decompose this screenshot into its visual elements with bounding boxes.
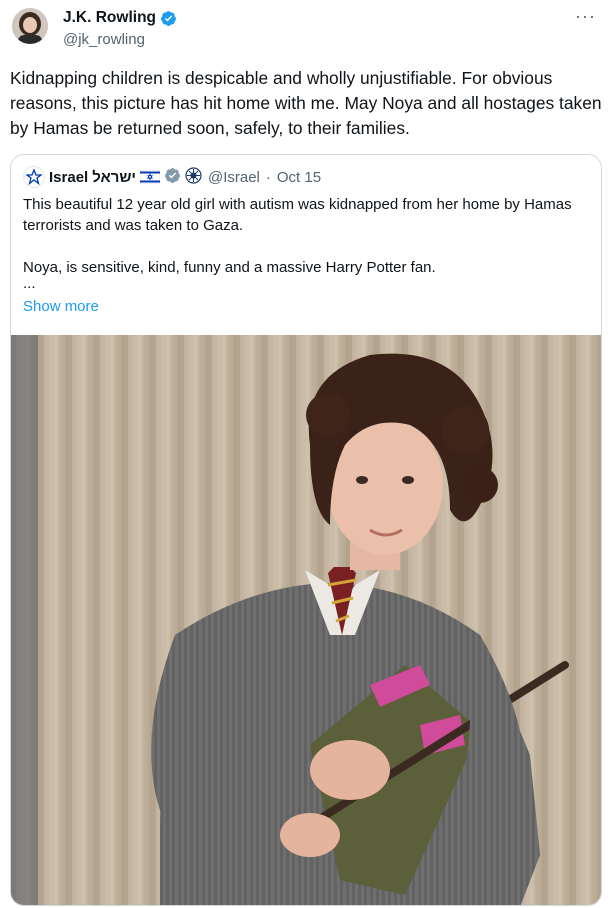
quoted-avatar-icon[interactable] xyxy=(23,166,45,188)
author-display-name[interactable]: J.K. Rowling xyxy=(63,9,156,27)
quoted-tweet[interactable]: Israel ישראל @Israel · Oct 15 This beaut… xyxy=(10,154,602,906)
quoted-header: Israel ישראל @Israel · Oct 15 xyxy=(23,166,321,188)
author-avatar[interactable] xyxy=(12,8,48,44)
israel-flag-icon xyxy=(139,169,161,185)
quoted-date[interactable]: Oct 15 xyxy=(277,169,321,186)
author-name-row: J.K. Rowling xyxy=(63,9,177,27)
quoted-display-name[interactable]: Israel xyxy=(49,169,88,186)
verified-badge-icon xyxy=(160,10,177,27)
avatar-image xyxy=(12,8,48,44)
quoted-handle[interactable]: @Israel xyxy=(208,169,260,186)
verified-gray-icon xyxy=(164,167,181,188)
quoted-text-line1: This beautiful 12 year old girl with aut… xyxy=(23,196,572,234)
quoted-hebrew-name: ישראל xyxy=(92,168,136,186)
tweet-text: Kidnapping children is despicable and wh… xyxy=(10,68,602,138)
quoted-text-line2: Noya, is sensitive, kind, funny and a ma… xyxy=(23,259,436,276)
quoted-ellipsis: ... xyxy=(23,275,36,292)
author-handle[interactable]: @jk_rowling xyxy=(63,31,145,48)
more-options-icon[interactable]: ··· xyxy=(575,6,596,27)
government-seal-icon xyxy=(185,166,202,188)
quoted-separator: · xyxy=(265,168,271,186)
show-more-link[interactable]: Show more xyxy=(23,298,99,315)
girl-in-costume-image xyxy=(11,335,601,905)
quoted-text: This beautiful 12 year old girl with aut… xyxy=(23,194,585,292)
tweet: J.K. Rowling @jk_rowling ··· Kidnapping … xyxy=(0,0,610,908)
quoted-photo[interactable] xyxy=(11,335,601,905)
